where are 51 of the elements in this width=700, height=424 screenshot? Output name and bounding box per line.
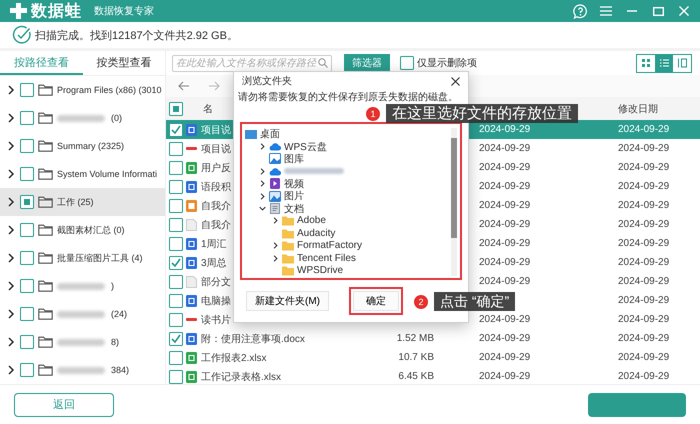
modified-date: 2024-09-29 [617,219,670,230]
created-date: 2024-09-29 [479,219,530,230]
app-subtitle: 数据恢复专家 [94,4,154,18]
file-name: 用户反 [201,162,231,174]
created-date: 2024-09-29 [479,124,530,135]
modified-date: 2024-09-29 [617,238,670,249]
guide-tooltip: 在这里选好文件的存放位置 [386,104,578,123]
modified-date: 2024-09-29 [617,314,670,325]
modified-date: 2024-09-29 [617,333,670,344]
file-name: 工作报表2.xlsx [201,352,267,364]
created-date: 2024-09-29 [479,314,530,325]
created-date: 2024-09-29 [479,371,530,382]
created-date: 2024-09-29 [479,276,530,287]
file-name: 项目说 [201,142,231,156]
modified-date: 2024-09-29 [617,143,670,154]
file-name: 电脑操 [201,294,231,308]
modified-date: 2024-09-29 [617,181,670,192]
created-date: 2024-09-29 [479,200,530,211]
file-name: 附：使用注意事项.docx [201,332,305,346]
created-date: 2024-09-29 [479,257,530,268]
created-date: 2024-09-29 [479,143,530,154]
file-name: 项目说 [201,124,231,136]
file-name: 1周汇 [201,238,227,250]
modified-date: 2024-09-29 [617,124,670,135]
modified-date: 2024-09-29 [617,162,670,173]
scan-status-text: 扫描完成。找到12187个文件共2.92 GB。 [35,28,238,42]
modified-date: 2024-09-29 [617,200,670,211]
file-name: 3周总 [201,256,227,270]
created-date: 2024-09-29 [479,352,530,363]
guide-tooltip: 点击 “确定” [434,292,516,311]
modified-date: 2024-09-29 [617,352,670,363]
modified-date: 2024-09-29 [617,257,670,268]
file-size: 10.7 KB [398,352,434,363]
app-logo-text: 数据蛙 [31,2,82,22]
dialog-message: 请勿将需要恢复的文件保存到原丢失数据的磁盘。 [238,92,458,104]
file-name: 工作记录表格.xlsx [201,370,281,384]
created-date: 2024-09-29 [479,181,530,192]
created-date: 2024-09-29 [479,162,530,173]
created-date: 2024-09-29 [479,333,530,344]
created-date: 2024-09-29 [479,238,530,249]
dialog-title: 浏览文件夹 [242,74,292,88]
file-name: 语段积 [201,180,231,194]
modified-date: 2024-09-29 [617,371,670,382]
file-name: 自我介 [201,218,231,232]
file-name: 自我介 [201,200,231,212]
file-size: 1.52 MB [396,333,434,344]
modified-date: 2024-09-29 [617,295,670,306]
file-size: 6.45 KB [398,371,434,382]
file-name: 读书片 [201,314,231,326]
file-name: 部分文 [201,276,231,288]
modified-date: 2024-09-29 [617,276,670,287]
